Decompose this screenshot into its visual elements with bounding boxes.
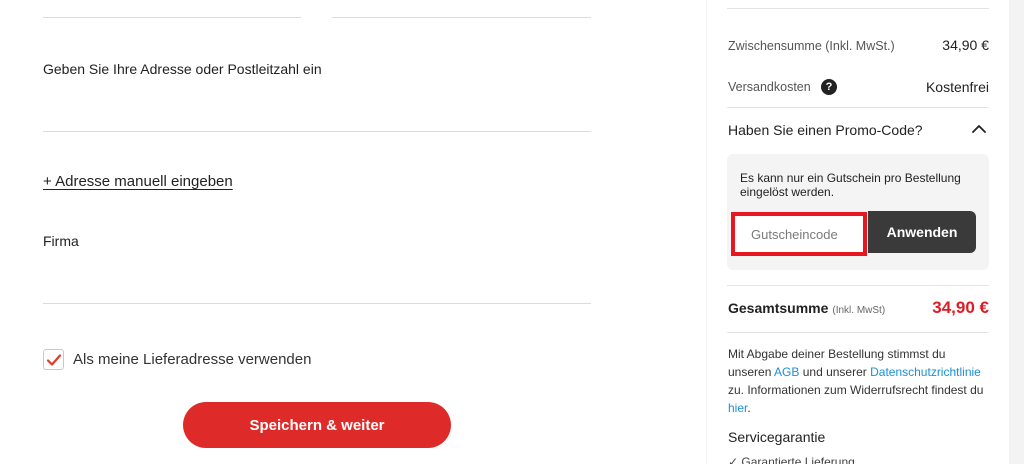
legal-text: zu. Informationen zum Widerrufsrecht fin… [728, 383, 984, 397]
legal-text: und unserer [799, 365, 871, 379]
service-guarantee-title: Servicegarantie [728, 429, 826, 445]
subtotal-value: 34,90 € [942, 37, 989, 53]
voucher-input-highlight [731, 212, 867, 256]
address-form: Geben Sie Ihre Adresse oder Postleitzahl… [0, 0, 706, 464]
divider [727, 285, 989, 286]
total-label-text: Gesamtsumme [728, 300, 829, 316]
promo-code-box: Es kann nur ein Gutschein pro Bestellung… [727, 154, 989, 270]
save-and-continue-button[interactable]: Speichern & weiter [183, 402, 451, 448]
manual-address-link[interactable]: + Adresse manuell eingeben [43, 173, 233, 190]
withdrawal-info-link[interactable]: hier [728, 401, 747, 415]
divider [727, 332, 989, 333]
last-name-field-underline[interactable] [332, 17, 591, 18]
order-summary-card: Zwischensumme (Inkl. MwSt.) 34,90 € Vers… [707, 0, 1009, 464]
agb-link[interactable]: AGB [774, 365, 799, 379]
guarantee-item: ✓ Garantierte Lieferung [728, 455, 855, 464]
voucher-code-input[interactable] [735, 216, 863, 252]
apply-voucher-button[interactable]: Anwenden [868, 211, 976, 253]
use-as-shipping-checkbox[interactable] [43, 349, 64, 370]
subtotal-label: Zwischensumme (Inkl. MwSt.) [728, 39, 895, 53]
shipping-label: Versandkosten [728, 80, 811, 94]
legal-text: . [747, 401, 751, 415]
help-icon[interactable]: ? [821, 79, 837, 95]
shipping-value: Kostenfrei [925, 79, 989, 95]
chevron-up-icon[interactable] [970, 120, 988, 138]
legal-notice: Mit Abgabe deiner Bestellung stimmst du … [728, 345, 990, 417]
divider [727, 8, 989, 9]
promo-code-note: Es kann nur ein Gutschein pro Bestellung… [740, 171, 961, 199]
use-as-shipping-row[interactable]: Als meine Lieferadresse verwenden [43, 349, 311, 370]
company-input[interactable] [43, 303, 591, 304]
total-value: 34,90 € [932, 298, 989, 317]
address-search-label: Geben Sie Ihre Adresse oder Postleitzahl… [43, 61, 322, 77]
address-search-input[interactable] [43, 131, 591, 132]
total-label: Gesamtsumme (Inkl. MwSt) [728, 300, 885, 316]
use-as-shipping-label: Als meine Lieferadresse verwenden [73, 351, 312, 368]
first-name-field-underline[interactable] [43, 17, 301, 18]
checkmark-icon [46, 353, 61, 366]
total-tax-note: (Inkl. MwSt) [832, 305, 886, 316]
divider [727, 107, 989, 108]
privacy-policy-link[interactable]: Datenschutzrichtlinie [870, 365, 981, 379]
promo-code-title[interactable]: Haben Sie einen Promo-Code? [728, 122, 923, 138]
company-label: Firma [43, 233, 79, 249]
